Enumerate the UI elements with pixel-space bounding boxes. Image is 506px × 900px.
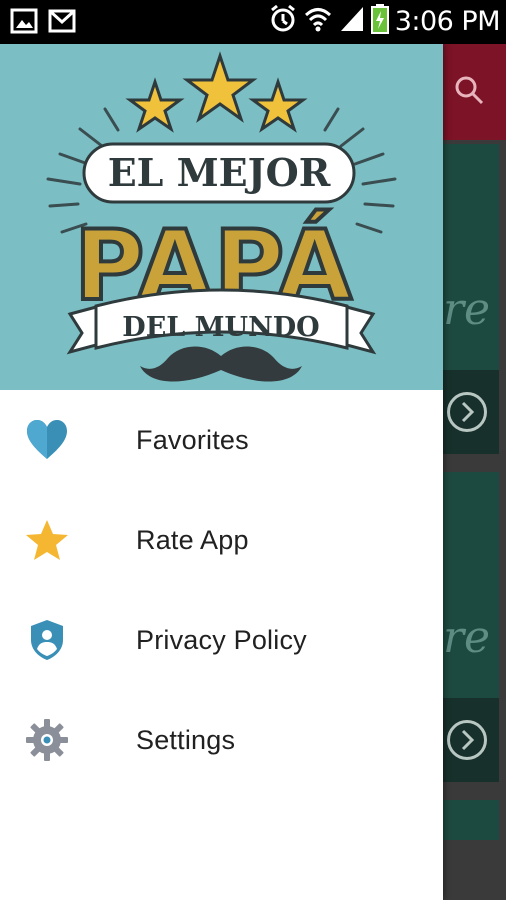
gear-icon	[24, 717, 70, 763]
el-mejor-papa-artwork: EL MEJOR PAPÁ DEL MUNDO	[46, 51, 397, 382]
card-script-text: re	[443, 612, 491, 663]
card-script-text: re	[443, 284, 491, 335]
menu-item-label: Favorites	[136, 424, 249, 455]
search-icon[interactable]	[453, 74, 485, 111]
card-footer	[443, 698, 499, 782]
card-footer	[443, 370, 499, 454]
chevron-right-circle-icon[interactable]	[447, 392, 487, 432]
background-card[interactable]: re	[443, 144, 499, 454]
background-card[interactable]	[443, 800, 499, 840]
menu-item-settings[interactable]: Settings	[0, 690, 443, 790]
menu-item-label: Rate App	[136, 524, 249, 555]
wifi-icon	[303, 4, 333, 39]
alarm-icon	[269, 4, 297, 39]
drawer-header-image: EL MEJOR PAPÁ DEL MUNDO	[0, 44, 443, 390]
background-app[interactable]: re re	[443, 44, 506, 900]
status-time: 3:06 PM	[394, 6, 501, 37]
header-line3: DEL MUNDO	[122, 312, 319, 343]
menu-item-privacy-policy[interactable]: Privacy Policy	[0, 590, 443, 690]
background-toolbar	[443, 44, 506, 140]
menu-item-label: Settings	[136, 724, 236, 755]
menu-item-rate-app[interactable]: Rate App	[0, 490, 443, 590]
status-bar: 3:06 PM	[0, 0, 506, 44]
background-card[interactable]: re	[443, 472, 499, 782]
header-line1: EL MEJOR	[108, 150, 331, 195]
drawer-menu: Favorites Rate App Privacy Policy Settin…	[0, 390, 443, 790]
chevron-right-circle-icon[interactable]	[447, 720, 487, 760]
gmail-notification-icon	[48, 8, 76, 39]
navigation-drawer: EL MEJOR PAPÁ DEL MUNDO Favorites Rate A…	[0, 44, 443, 900]
menu-item-label: Privacy Policy	[136, 624, 307, 655]
menu-item-favorites[interactable]: Favorites	[0, 390, 443, 490]
heart-icon	[24, 417, 70, 463]
battery-charging-icon	[370, 4, 389, 39]
shield-user-icon	[24, 617, 70, 663]
gallery-notification-icon	[10, 8, 38, 39]
cell-signal-icon	[339, 5, 365, 38]
star-icon	[24, 517, 70, 563]
